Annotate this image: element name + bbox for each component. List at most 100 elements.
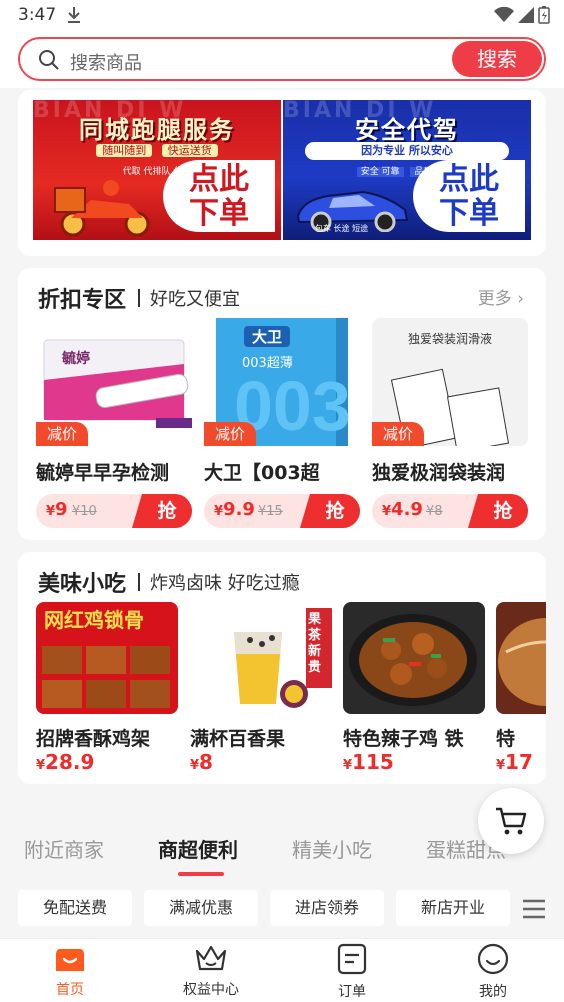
errand-service-banner[interactable]: BIAN DI W 同城跑腿服务 随叫随到 快运送货 代取 代排队 代买 点此 …: [33, 100, 281, 240]
search-button[interactable]: 搜索: [452, 41, 542, 77]
tab-convenience[interactable]: 商超便利: [158, 834, 238, 863]
chevron-right-icon: ›: [517, 289, 524, 309]
cta-line: 下单: [439, 196, 499, 231]
banner-chip: 随叫随到: [96, 144, 153, 157]
cta-line: 点此: [439, 162, 499, 197]
order-now-button[interactable]: 点此 下单: [163, 160, 275, 232]
product-image-sublabel: 003超薄: [242, 356, 293, 371]
section-title: 折扣专区: [38, 288, 127, 313]
divider: [138, 289, 141, 307]
active-tab-indicator: [178, 872, 224, 876]
currency-symbol: ¥: [46, 504, 56, 519]
discount-section: 折扣专区 好吃又便宜 更多 › 毓婷 减价 毓婷早早孕检测 ¥9 ¥10 抢 0…: [18, 268, 546, 540]
product-image-label: 独爱袋装润滑液: [407, 332, 492, 346]
more-label: 更多: [477, 289, 512, 309]
filter-chips: 免配送费 满减优惠 进店领券 新店开业: [0, 890, 564, 926]
cart-button[interactable]: [478, 788, 544, 854]
tab-label: 我的: [479, 984, 507, 1000]
battery-icon: [538, 6, 550, 24]
product-image-label: 毓婷: [62, 351, 90, 367]
product-image: [343, 602, 485, 714]
chip-new-store[interactable]: 新店开业: [396, 890, 510, 926]
product-name: 大卫【003超: [204, 462, 320, 484]
wifi-icon: [494, 7, 514, 22]
product-image: 果茶新贵: [190, 602, 332, 714]
chip-discount[interactable]: 满减优惠: [144, 890, 258, 926]
more-link[interactable]: 更多 ›: [478, 284, 524, 309]
tab-home[interactable]: 首页: [20, 943, 120, 999]
cta-line: 点此: [189, 162, 249, 197]
snack-scroller[interactable]: 网红鸡锁骨 招牌香酥鸡架 ¥28.9 果茶新贵 满杯百香果 ¥8 特色辣子鸡 铁…: [18, 552, 546, 784]
currency-symbol: ¥: [190, 758, 200, 773]
banner-footer: 包车 长途 短途: [315, 224, 369, 233]
search-icon: [38, 49, 60, 75]
price-value: 28.9: [45, 750, 95, 774]
product-price: ¥8: [190, 750, 213, 774]
currency-symbol: ¥: [343, 758, 353, 773]
discount-badge: 减价: [372, 422, 424, 446]
currency-symbol: ¥: [382, 504, 392, 519]
grab-button[interactable]: 抢: [132, 494, 192, 528]
discount-badge: 减价: [36, 422, 88, 446]
current-price: ¥9.9: [214, 499, 255, 520]
home-icon: [56, 949, 84, 971]
product-price: ¥17: [496, 750, 533, 774]
signal-icon: [518, 7, 534, 23]
designated-driver-banner[interactable]: BIAN DI W 安全代驾 因为专业 所以安心 安全 可靠 品质 服务 包车 …: [283, 100, 531, 240]
section-header: 折扣专区 好吃又便宜: [38, 282, 240, 314]
original-price: ¥10: [72, 504, 97, 519]
banner-chip: 快运送货: [161, 144, 218, 157]
banner-subtitle: 随叫随到 快运送货: [55, 142, 259, 160]
price-bar: ¥9 ¥10 抢: [36, 494, 192, 528]
promo-banner: BIAN DI W 同城跑腿服务 随叫随到 快运送货 代取 代排队 代买 点此 …: [18, 90, 546, 256]
price-value: 8: [199, 750, 213, 774]
price-value: 4.9: [391, 499, 423, 520]
tab-label: 首页: [56, 982, 84, 998]
price-value: 115: [352, 750, 394, 774]
tab-profile[interactable]: 我的: [443, 943, 543, 1001]
product-name: 满杯百香果: [190, 728, 286, 750]
current-price: ¥4.9: [382, 499, 423, 520]
category-tabs: 附近商家 商超便利 精美小吃 蛋糕甜点: [0, 826, 564, 876]
search-bar: 搜索商品 搜索: [0, 32, 564, 88]
tab-label: 订单: [338, 984, 366, 1000]
discount-badge: 减价: [204, 422, 256, 446]
product-name: 毓婷早早孕检测: [36, 462, 170, 484]
cta-line: 下单: [189, 196, 249, 231]
tab-benefits[interactable]: 权益中心: [161, 943, 261, 999]
product-name: 特色辣子鸡 铁: [343, 728, 464, 750]
scooter-rider-icon: [54, 180, 150, 237]
product-image: 网红鸡锁骨: [36, 602, 178, 714]
original-price: ¥15: [258, 504, 283, 519]
price-value: 17: [505, 750, 533, 774]
chip-free-delivery[interactable]: 免配送费: [18, 890, 132, 926]
tab-nearby-merchants[interactable]: 附近商家: [24, 834, 104, 863]
currency-symbol: ¥: [496, 758, 506, 773]
product-name: 独爱极润袋装润: [372, 462, 506, 484]
crown-icon: [195, 945, 227, 971]
tab-label: 权益中心: [183, 982, 239, 998]
currency-symbol: ¥: [36, 758, 46, 773]
banner-title: 同城跑腿服务: [79, 116, 235, 144]
status-bar: 3:47: [0, 0, 564, 32]
product-name: 特: [496, 728, 516, 750]
search-input[interactable]: 搜索商品 搜索: [18, 37, 546, 81]
original-price: ¥8: [426, 504, 443, 519]
order-icon: [337, 943, 367, 975]
search-placeholder: 搜索商品: [70, 53, 142, 74]
currency-symbol: ¥: [214, 504, 224, 519]
chip-coupon[interactable]: 进店领券: [270, 890, 384, 926]
grab-button[interactable]: 抢: [300, 494, 360, 528]
status-time: 3:47: [18, 5, 57, 25]
product-name: 招牌香酥鸡架: [36, 728, 151, 750]
menu-icon[interactable]: [522, 898, 546, 920]
product-image: [496, 602, 546, 714]
banner-subtitle: 因为专业 所以安心: [305, 142, 509, 160]
download-icon: [66, 6, 82, 28]
grab-button[interactable]: 抢: [468, 494, 528, 528]
price-bar: ¥9.9 ¥15 抢: [204, 494, 360, 528]
tab-snacks[interactable]: 精美小吃: [292, 834, 372, 863]
order-now-button[interactable]: 点此 下单: [413, 160, 525, 232]
current-price: ¥9: [46, 499, 68, 520]
tab-orders[interactable]: 订单: [302, 943, 402, 1001]
